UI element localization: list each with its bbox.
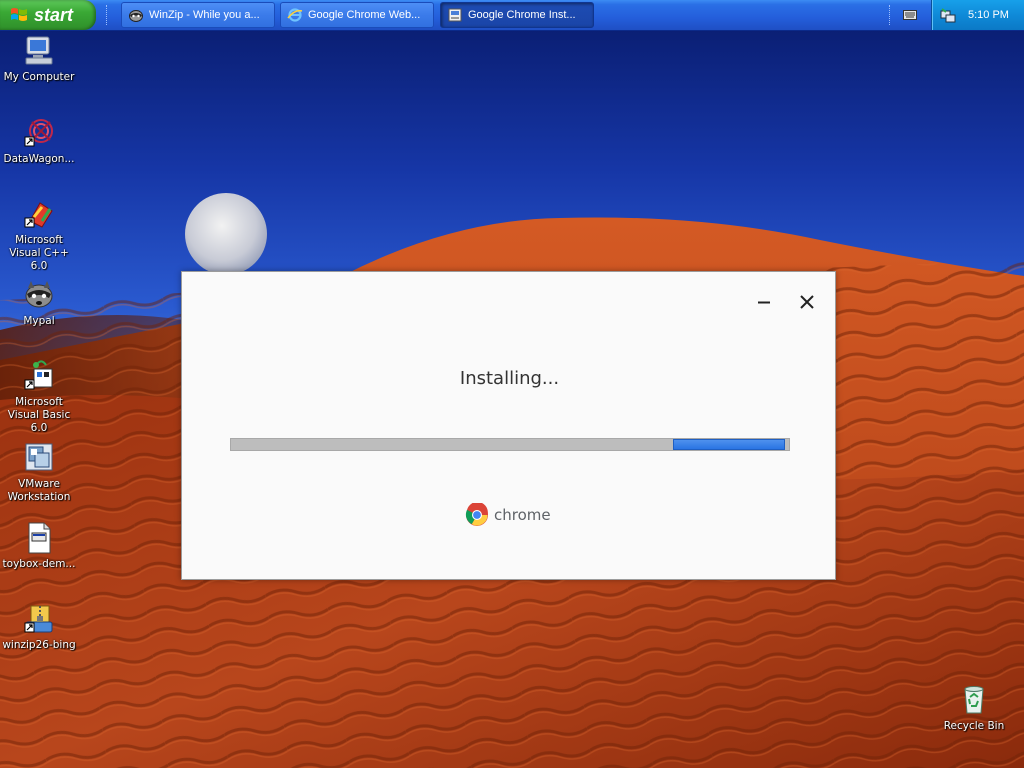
internet-explorer-icon — [287, 8, 303, 22]
winzip-raccoon-icon — [129, 10, 143, 22]
chrome-installer-window: Installing... chrome — [181, 271, 836, 580]
desktop-icon-label: VMware Workstation — [7, 478, 71, 503]
task-label: WinZip - While you a... — [149, 9, 260, 21]
taskbar: start WinZip - While you a... Google Chr… — [0, 0, 1024, 31]
windows-flag-icon — [11, 8, 27, 21]
desktop-icon-mypal[interactable]: Mypal — [0, 278, 78, 328]
minimize-button[interactable] — [752, 290, 776, 314]
taskbar-task-winzip[interactable]: WinZip - While you a... — [121, 2, 275, 28]
desktop-icon-toybox[interactable]: toybox-dem... — [0, 521, 78, 571]
task-label: Google Chrome Web... — [308, 9, 421, 21]
chrome-logo-icon — [465, 503, 488, 526]
start-label: start — [34, 4, 74, 25]
task-label: Google Chrome Inst... — [468, 9, 576, 21]
desktop-icon-label: toybox-dem... — [2, 558, 76, 570]
desktop-icon-label: winzip26-bing — [2, 639, 76, 651]
system-tray: 5:10 PM — [931, 0, 1024, 30]
visual-basic-icon — [24, 360, 53, 390]
desktop-icon-label: Mypal — [23, 315, 55, 327]
desktop-icon-visual-basic[interactable]: Microsoft Visual Basic 6.0 — [0, 359, 78, 435]
taskbar-divider — [106, 5, 110, 25]
desktop-icon-label: My Computer — [3, 71, 75, 83]
visual-cpp-icon — [24, 202, 53, 228]
clock[interactable]: 5:10 PM — [968, 9, 1009, 21]
progress-bar — [230, 438, 790, 451]
desktop-icon-recycle-bin[interactable]: Recycle Bin — [935, 683, 1013, 733]
start-button[interactable]: start — [0, 0, 96, 30]
datawagon-icon — [24, 119, 53, 147]
close-button[interactable] — [795, 290, 819, 314]
installer-icon — [448, 8, 462, 22]
exe-file-icon — [28, 522, 51, 554]
network-icon[interactable] — [940, 7, 956, 23]
winzip-installer-icon — [24, 605, 53, 633]
keyboard-language-icon[interactable] — [903, 10, 917, 20]
install-status: Installing... — [459, 368, 560, 389]
desktop-icon-winzip26-bing[interactable]: winzip26-bing — [0, 602, 78, 652]
progress-indicator — [673, 439, 785, 450]
moon — [185, 193, 267, 275]
computer-icon — [25, 36, 53, 65]
taskbar-divider — [889, 5, 893, 25]
desktop-icon-label: Microsoft Visual Basic 6.0 — [7, 396, 71, 434]
desktop-icon-label: Microsoft Visual C++ 6.0 — [9, 234, 69, 272]
chrome-wordmark: chrome — [494, 506, 551, 524]
vmware-icon — [25, 443, 53, 471]
desktop-icon-datawagon[interactable]: DataWagon... — [0, 116, 78, 166]
chrome-brand: chrome — [465, 502, 551, 528]
desktop-icon-label: DataWagon... — [3, 153, 75, 165]
desktop-icon-visual-cpp[interactable]: Microsoft Visual C++ 6.0 — [0, 197, 78, 273]
desktop-icon-my-computer[interactable]: My Computer — [0, 34, 78, 84]
mypal-raccoon-icon — [25, 281, 53, 308]
recycle-bin-icon — [964, 686, 984, 714]
desktop-icon-vmware[interactable]: VMware Workstation — [0, 441, 78, 504]
taskbar-task-chrome-installer[interactable]: Google Chrome Inst... — [440, 2, 594, 28]
desktop-icon-label: Recycle Bin — [943, 720, 1005, 732]
taskbar-task-chrome-web[interactable]: Google Chrome Web... — [280, 2, 434, 28]
